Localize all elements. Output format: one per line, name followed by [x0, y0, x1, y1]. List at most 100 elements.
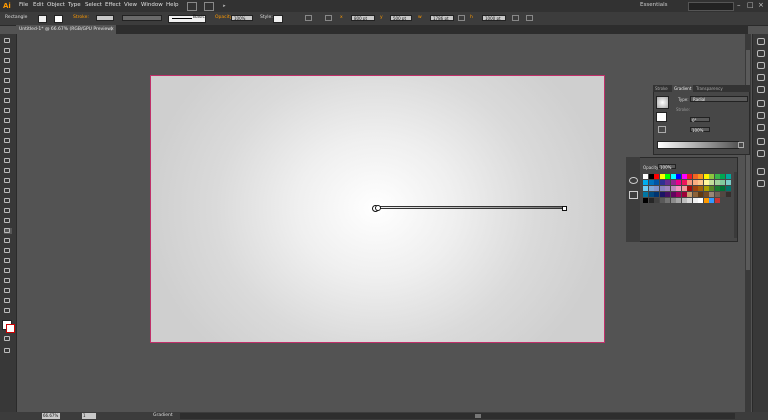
tab-transparency[interactable]: Transparency [694, 85, 725, 92]
color-swatch[interactable] [714, 186, 720, 191]
eye-icon[interactable] [629, 177, 638, 184]
reverse-gradient-icon[interactable] [658, 126, 666, 133]
stroke-swatch[interactable] [54, 15, 63, 23]
stroke-color-icon[interactable] [6, 324, 15, 333]
scale-tool-icon[interactable] [4, 168, 12, 174]
hand-tool-icon[interactable] [4, 298, 12, 304]
eyedropper-tool-icon[interactable] [4, 238, 12, 244]
color-swatch[interactable] [692, 180, 698, 185]
line-tool-icon[interactable] [4, 108, 12, 114]
color-swatch[interactable] [709, 192, 714, 197]
color-swatch[interactable] [676, 174, 681, 179]
color-swatch[interactable] [681, 198, 687, 203]
panel-menu-icon[interactable] [526, 15, 533, 21]
color-swatch[interactable] [648, 192, 654, 197]
shape-builder-tool-icon[interactable] [4, 198, 12, 204]
color-swatch[interactable] [698, 186, 703, 191]
type-tool-icon[interactable] [4, 98, 12, 104]
delete-stop-icon[interactable] [738, 142, 744, 148]
color-swatch[interactable] [720, 192, 725, 197]
menu-object[interactable]: Object [47, 2, 65, 8]
color-swatch[interactable] [725, 174, 731, 179]
close-icon[interactable]: × [758, 1, 764, 9]
stroke-panel-icon[interactable] [757, 100, 765, 107]
menu-type[interactable]: Type [68, 2, 81, 8]
opacity-field[interactable]: 100% [231, 15, 253, 21]
color-swatch[interactable] [698, 174, 703, 179]
gradient-tool-icon[interactable] [4, 228, 12, 234]
rectangle-tool-icon[interactable] [4, 118, 12, 124]
symbol-sprayer-tool-icon[interactable] [4, 258, 12, 264]
color-swatch[interactable] [720, 174, 725, 179]
color-swatch[interactable] [703, 186, 709, 191]
magic-wand-tool-icon[interactable] [4, 58, 12, 64]
color-panel-icon[interactable] [757, 38, 765, 45]
gradient-panel-icon[interactable] [757, 112, 765, 119]
symbols-panel-icon[interactable] [757, 86, 765, 93]
color-swatch[interactable] [676, 186, 681, 191]
menu-select[interactable]: Select [85, 2, 102, 8]
constrain-proportions-icon[interactable] [458, 15, 465, 21]
menu-window[interactable]: Window [141, 2, 163, 8]
color-swatch[interactable] [681, 180, 687, 185]
color-swatch[interactable] [665, 192, 670, 197]
free-transform-tool-icon[interactable] [4, 188, 12, 194]
color-swatch[interactable] [643, 174, 648, 179]
pen-tool-icon[interactable] [4, 78, 12, 84]
variable-width-field[interactable] [122, 15, 162, 21]
direct-selection-tool-icon[interactable] [4, 48, 12, 54]
color-swatch[interactable] [643, 198, 648, 203]
color-swatch[interactable] [681, 192, 687, 197]
horizontal-scroll-thumb[interactable] [475, 414, 481, 418]
transform-icon[interactable] [325, 15, 332, 21]
vertical-scroll-thumb[interactable] [746, 50, 750, 270]
color-swatch[interactable] [714, 180, 720, 185]
color-swatch[interactable] [654, 180, 659, 185]
color-swatch[interactable] [709, 186, 714, 191]
maximize-icon[interactable]: □ [747, 1, 754, 9]
slice-tool-icon[interactable] [4, 288, 12, 294]
color-swatch[interactable] [692, 192, 698, 197]
color-swatch[interactable] [676, 192, 681, 197]
color-swatch[interactable] [692, 174, 698, 179]
arrange-documents-icon[interactable] [204, 2, 214, 11]
search-input[interactable] [688, 2, 734, 11]
tab-gradient[interactable]: Gradient [672, 85, 694, 92]
color-swatch[interactable] [659, 198, 665, 203]
screen-mode-icon[interactable] [4, 348, 12, 354]
brushes-panel-icon[interactable] [757, 74, 765, 81]
color-swatch[interactable] [725, 186, 731, 191]
menu-help[interactable]: Help [166, 2, 179, 8]
eraser-tool-icon[interactable] [4, 148, 12, 154]
gradient-slider[interactable] [657, 141, 739, 149]
minimize-icon[interactable]: – [737, 1, 741, 9]
width-field[interactable]: 1786 pt [430, 15, 454, 21]
color-swatch[interactable] [687, 192, 692, 197]
width-tool-icon[interactable] [4, 178, 12, 184]
color-swatch[interactable] [654, 174, 659, 179]
gradient-angle-field[interactable]: 0° [690, 117, 710, 123]
color-swatch[interactable] [648, 186, 654, 191]
color-swatch[interactable] [643, 186, 648, 191]
color-swatch[interactable] [698, 180, 703, 185]
menu-effect[interactable]: Effect [105, 2, 121, 8]
bridge-icon[interactable] [187, 2, 197, 11]
color-swatch[interactable] [725, 180, 731, 185]
color-swatch[interactable] [692, 186, 698, 191]
mesh-tool-icon[interactable] [4, 218, 12, 224]
tab-stroke[interactable]: Stroke [653, 85, 670, 92]
artboard-number-field[interactable]: 1 [82, 413, 96, 419]
gradient-type-select[interactable]: Radial [690, 96, 748, 102]
color-swatch[interactable] [670, 174, 676, 179]
height-field[interactable]: 1000 pt [482, 15, 506, 21]
color-swatch[interactable] [665, 180, 670, 185]
document-tab[interactable]: Untitled-1* @ 66.67% (RGB/GPU Preview) × [16, 25, 116, 34]
color-swatch[interactable] [725, 192, 731, 197]
color-swatch[interactable] [714, 198, 720, 203]
gradient-aspect-field[interactable]: 100% [690, 127, 710, 133]
color-swatch[interactable] [709, 174, 714, 179]
color-swatch[interactable] [681, 186, 687, 191]
color-swatch[interactable] [648, 180, 654, 185]
color-swatch[interactable] [665, 174, 670, 179]
layers-panel-icon[interactable] [757, 168, 765, 175]
